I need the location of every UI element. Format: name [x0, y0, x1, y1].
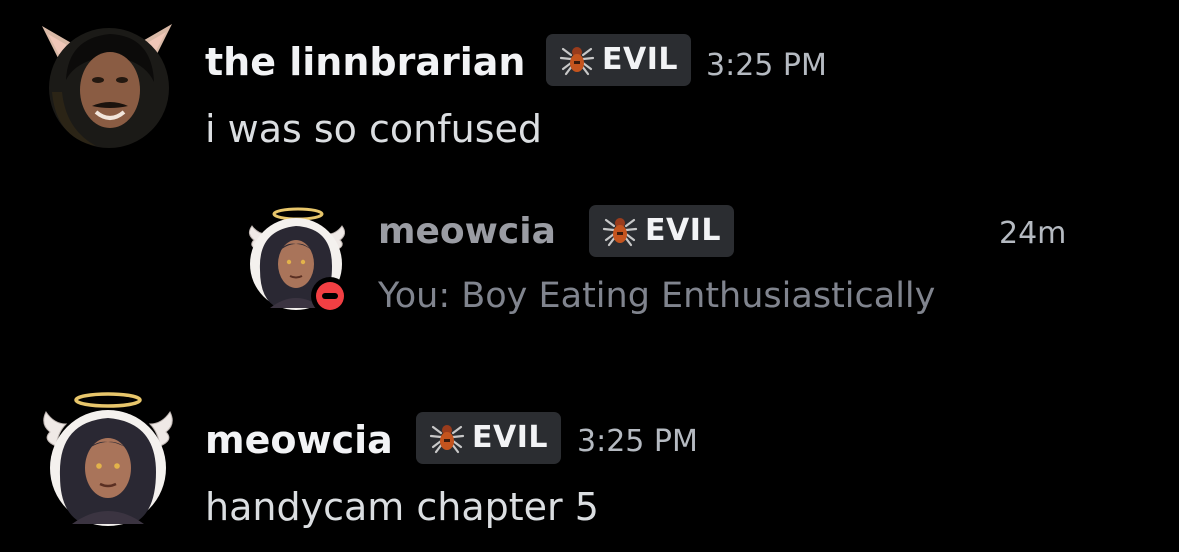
message-timestamp: 3:25 PM [706, 48, 827, 83]
message-content: handycam chapter 5 [205, 485, 599, 529]
role-tag[interactable]: EVIL [546, 34, 691, 86]
message-author[interactable]: meowcia [205, 418, 393, 462]
spider-icon [558, 41, 596, 79]
role-tag-label: EVIL [472, 420, 548, 455]
dnd-status-icon [311, 277, 349, 315]
role-tag-label: EVIL [645, 213, 721, 248]
avatar[interactable] [40, 392, 176, 528]
role-tag-label: EVIL [602, 42, 678, 77]
preview-author[interactable]: meowcia [378, 210, 556, 254]
preview-time-ago: 24m [999, 216, 1067, 251]
message-content: i was so confused [205, 107, 542, 151]
spider-icon [428, 419, 466, 457]
message-author[interactable]: the linnbrarian [205, 40, 525, 84]
chat-view: the linnbrarian EVIL 3:25 PM i was so co… [0, 0, 1179, 552]
message-timestamp: 3:25 PM [577, 424, 698, 459]
role-tag[interactable]: EVIL [416, 412, 561, 464]
preview-message: You: Boy Eating Enthusiastically [378, 276, 936, 316]
spider-icon [601, 212, 639, 250]
preview-role-tag[interactable]: EVIL [589, 205, 734, 257]
avatar[interactable] [36, 20, 176, 150]
